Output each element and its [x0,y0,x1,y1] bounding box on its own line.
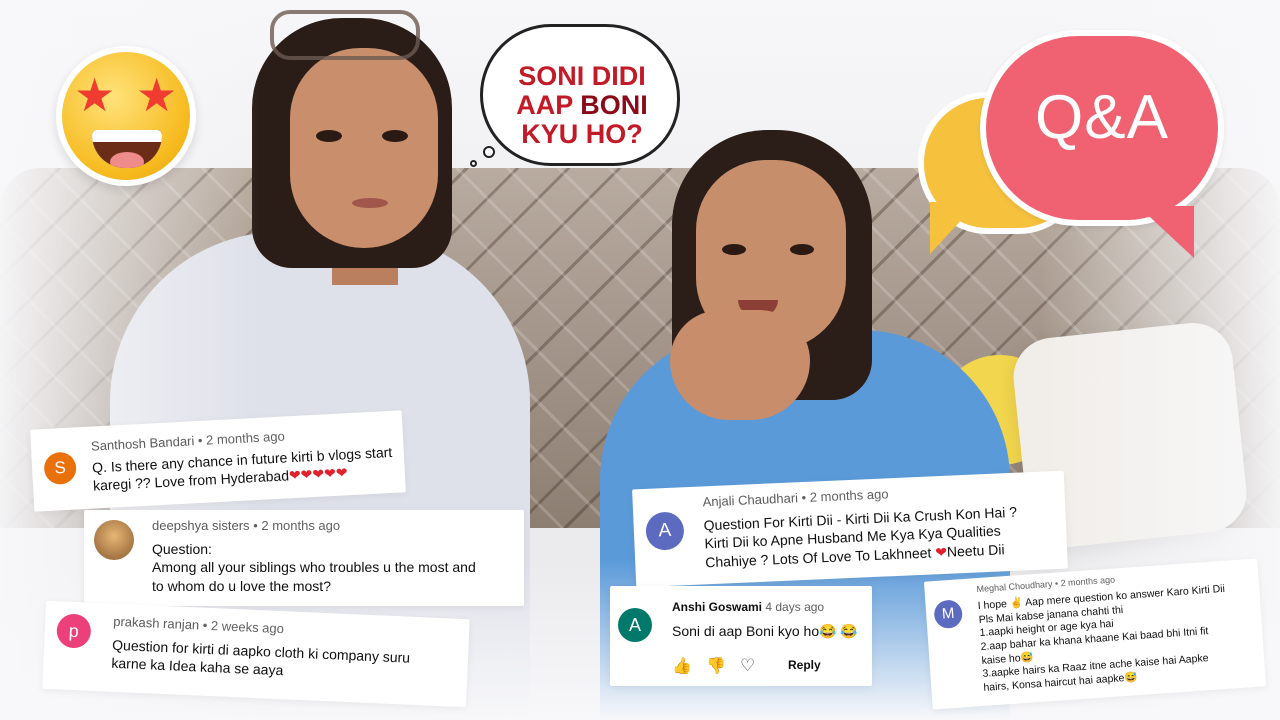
speech-line-1: SONI DIDI [518,61,646,91]
comment-author: Anjali Chaudhari [702,490,799,510]
qa-label: Q&A [1035,83,1169,152]
thumbs-down-icon[interactable]: 👎 [706,656,726,675]
star-eye-icon: ★ [74,68,116,122]
comment-text: I hope ✌ Aap mere question ko answer Kar… [977,581,1263,696]
comment-card: deepshya sisters • 2 months ago Question… [84,510,524,606]
heart-emoji: ❤ [934,543,948,561]
comment-text-line: Among all your siblings who troubles u t… [152,559,476,576]
comment-text: Question For Kirti Dii - Kirti Dii Ka Cr… [703,501,1063,572]
yellow-chat-bubble-tail [930,202,978,254]
comment-author: Santhosh Bandari [90,433,195,454]
speech-bubble-tail [470,160,477,167]
comment-meta: Anshi Goswami 4 days ago [672,600,824,614]
person-left-mouth [352,198,388,208]
avatar: p [56,613,92,649]
person-right-eye [722,244,746,255]
comment-text: Soni di aap Boni kyo ho😂 😂 [672,622,868,640]
comment-age: 4 days ago [765,600,825,614]
comment-author: Meghal Choudhary [976,578,1053,595]
comment-meta: prakash ranjan • 2 weeks ago [113,614,284,636]
emoji-mouth [92,130,162,168]
avatar: A [618,608,652,642]
avatar: S [43,451,77,486]
comment-age: • 2 weeks ago [202,617,285,637]
comment-text-line: Question: [152,541,212,557]
comment-card: A Anjali Chaudhari • 2 months ago Questi… [632,470,1068,588]
comment-text: Question for kirti di aapko cloth ki com… [111,636,462,688]
star-struck-emoji-icon: ★ ★ [56,46,196,186]
heart-outline-icon[interactable]: ♡ [740,656,755,676]
comment-card: p prakash ranjan • 2 weeks ago Question … [42,600,470,708]
comment-text-part: Neetu Dii [946,541,1005,560]
laughing-emoji: 😂 😂 [819,623,858,639]
star-eye-icon: ★ [136,68,178,122]
comment-age: • 2 months ago [197,428,286,449]
pink-chat-bubble-tail [1138,206,1194,258]
comment-author: Anshi Goswami [672,600,763,614]
thumbs-up-icon[interactable]: 👍 [672,656,692,675]
hearts-emoji: ❤❤❤❤❤ [288,464,348,484]
comment-card: A Anshi Goswami 4 days ago Soni di aap B… [610,586,872,686]
reply-button[interactable]: Reply [788,658,821,672]
comment-text: Question: Among all your siblings who tr… [152,540,520,595]
comment-author: prakash ranjan [112,613,200,633]
comment-author: deepshya sisters [152,518,250,533]
comment-card: M Meghal Choudhary • 2 months ago I hope… [923,558,1267,710]
sunglasses-on-head [270,10,420,60]
heart-hands [670,310,810,420]
speech-line-2a: AAP [516,90,581,120]
person-left-eye [316,130,342,142]
speech-line-3: KYU HO? [521,119,643,149]
person-left-face [290,48,438,248]
comment-age: • 2 months ago [1054,574,1116,589]
avatar: M [933,599,964,630]
speech-line-2b: BONI [580,90,648,120]
speech-bubble-text: SONI DIDI AAP BONI KYU HO? [492,62,672,149]
avatar: A [645,511,685,551]
comment-text-line: to whom do u love the most? [152,577,331,594]
comment-text-part: Soni di aap Boni kyo ho [672,623,820,639]
comment-age: • 2 months ago [801,486,889,506]
person-right-eye [790,244,814,255]
speech-line-2: AAP BONI [492,91,672,120]
avatar [94,520,134,560]
comment-meta: deepshya sisters • 2 months ago [152,518,340,533]
comment-age: • 2 months ago [253,518,341,533]
comment-meta: Anjali Chaudhari • 2 months ago [702,486,888,509]
person-left-eye [382,130,408,142]
